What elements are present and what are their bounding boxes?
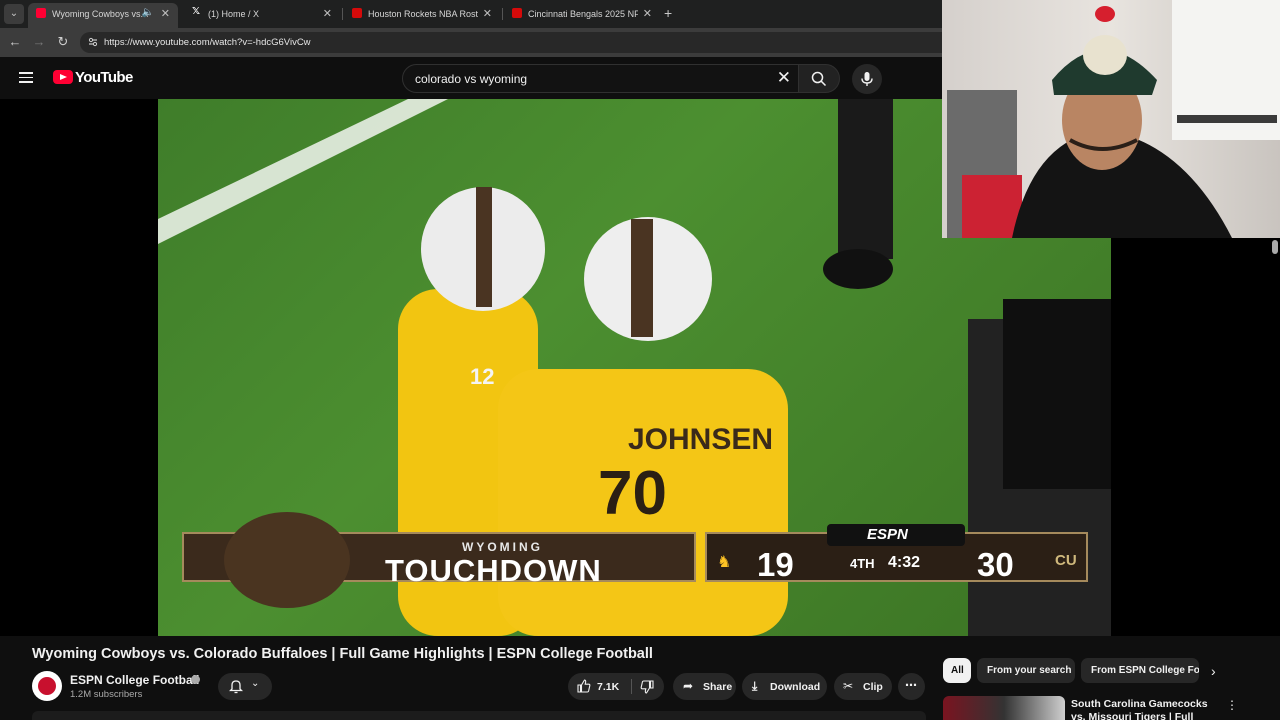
channel-avatar[interactable] xyxy=(32,671,62,701)
tab-bengals-draft[interactable]: Cincinnati Bengals 2025 NFL De ✕ xyxy=(504,3,660,25)
thumbs-down-icon xyxy=(640,680,654,694)
search-query: colorado vs wyoming xyxy=(415,72,528,86)
download-button[interactable]: ⤓ Download xyxy=(742,673,827,700)
clip-button[interactable]: ✂ Clip xyxy=(834,673,892,700)
close-tab-icon[interactable]: ✕ xyxy=(161,7,170,20)
svg-text:JOHNSEN: JOHNSEN xyxy=(628,423,773,456)
svg-text:12: 12 xyxy=(470,364,494,389)
wyoming-logo-icon: ♞ xyxy=(717,554,732,571)
like-button[interactable]: 7.1K xyxy=(568,673,632,700)
dislike-button[interactable] xyxy=(632,673,664,700)
tab-title: Cincinnati Bengals 2025 NFL De xyxy=(528,9,638,19)
back-arrow-icon[interactable]: ← xyxy=(7,34,23,49)
new-tab-button[interactable]: + xyxy=(664,5,672,21)
reload-icon[interactable]: ↻ xyxy=(55,34,71,50)
page-favicon-icon xyxy=(352,8,362,18)
verified-badge-icon xyxy=(191,675,200,684)
close-tab-icon[interactable]: ✕ xyxy=(323,7,332,20)
tab-divider xyxy=(342,8,343,20)
scoring-team-label: WYOMING xyxy=(462,540,543,554)
colorado-logo-icon: CU xyxy=(1055,552,1077,569)
share-button[interactable]: ➦ Share xyxy=(673,673,736,700)
touchdown-banner: WYOMING TOUCHDOWN xyxy=(182,512,696,608)
search-icon xyxy=(811,71,827,87)
voice-search-button[interactable] xyxy=(852,64,882,94)
download-label: Download xyxy=(770,681,821,693)
bell-icon xyxy=(229,680,243,694)
webcam-overlay xyxy=(942,0,1280,238)
browser-toolbar: ← → ↻ https://www.youtube.com/watch?v=-h… xyxy=(0,28,942,57)
clip-label: Clip xyxy=(863,681,883,693)
subscriber-count: 1.2M subscribers xyxy=(70,689,143,700)
subscribe-notification-button[interactable]: ⌄ xyxy=(218,673,272,700)
youtube-logo-icon[interactable] xyxy=(53,70,73,84)
video-title: Wyoming Cowboys vs. Colorado Buffaloes |… xyxy=(32,646,653,662)
search-button[interactable] xyxy=(798,64,840,93)
game-clock: 4:32 xyxy=(888,554,921,571)
tab-search-button[interactable]: ⌄ xyxy=(4,4,24,24)
description-box[interactable] xyxy=(32,711,926,720)
search-input[interactable]: colorado vs wyoming ✕ xyxy=(402,64,800,93)
scorebug-overlay: WYOMING TOUCHDOWN ESPN ♞ 19 4TH 4:32 30 … xyxy=(182,512,1088,608)
url-text: https://www.youtube.com/watch?v=-hdcG6Vi… xyxy=(104,37,311,48)
menu-icon[interactable] xyxy=(19,72,33,83)
forward-arrow-icon[interactable]: → xyxy=(31,34,47,49)
like-dislike-group: 7.1K xyxy=(568,673,664,700)
download-icon: ⤓ xyxy=(752,679,758,693)
recommendation-title[interactable]: South Carolina Gamecocks vs. Missouri Ti… xyxy=(1071,698,1221,720)
chevron-right-icon[interactable]: › xyxy=(1211,663,1216,679)
streamer-webcam-image xyxy=(947,0,1280,238)
recommendation-thumbnail[interactable] xyxy=(943,696,1065,720)
svg-text:70: 70 xyxy=(598,459,667,528)
x-favicon-icon: 𝕏 xyxy=(192,6,201,17)
site-settings-icon[interactable] xyxy=(87,36,99,48)
youtube-wordmark[interactable]: YouTube xyxy=(75,69,133,86)
screen: ⌄ Wyoming Cowboys vs. Colorado Buffaloes… xyxy=(0,0,1280,720)
close-tab-icon[interactable]: ✕ xyxy=(643,7,652,20)
youtube-header: YouTube colorado vs wyoming ✕ xyxy=(0,57,942,99)
address-bar[interactable]: https://www.youtube.com/watch?v=-hdcG6Vi… xyxy=(80,32,942,53)
close-tab-icon[interactable]: ✕ xyxy=(483,7,492,20)
tab-title: (1) Home / X xyxy=(208,9,260,19)
microphone-icon xyxy=(861,72,873,86)
away-score: 30 xyxy=(977,546,1014,583)
chip-from-channel[interactable]: From ESPN College Football xyxy=(1081,658,1199,683)
browser-tab-strip: ⌄ Wyoming Cowboys vs. Colorado Buffaloes… xyxy=(0,0,942,28)
network-logo: ESPN xyxy=(867,526,908,543)
network-badge: ESPN xyxy=(827,524,965,546)
page-favicon-icon xyxy=(512,8,522,18)
player-side-area xyxy=(1111,238,1280,636)
tab-title: Wyoming Cowboys vs. Colorado Buffaloes xyxy=(52,9,148,19)
more-actions-button[interactable]: ⋯ xyxy=(898,673,925,700)
like-count: 7.1K xyxy=(597,681,620,693)
scissors-icon: ✂ xyxy=(843,679,854,693)
thumbs-up-icon xyxy=(577,679,591,693)
score-panel: ESPN ♞ 19 4TH 4:32 30 CU xyxy=(705,524,1088,583)
home-score: 19 xyxy=(757,546,794,583)
tab-rockets-roster[interactable]: Houston Rockets NBA Roster ✕ xyxy=(344,3,500,25)
chip-from-your-search[interactable]: From your search xyxy=(977,658,1075,683)
more-vertical-icon[interactable]: ⋮ xyxy=(1226,698,1238,712)
tab-divider xyxy=(502,8,503,20)
touchdown-text: TOUCHDOWN xyxy=(385,553,602,588)
chip-all[interactable]: All xyxy=(943,658,971,683)
channel-name[interactable]: ESPN College Football xyxy=(70,673,199,687)
football-logo-icon xyxy=(224,512,350,608)
youtube-favicon-icon xyxy=(36,8,46,18)
tab-youtube-video[interactable]: Wyoming Cowboys vs. Colorado Buffaloes 🔈… xyxy=(28,3,178,28)
share-label: Share xyxy=(703,681,733,693)
tab-x-home[interactable]: 𝕏 (1) Home / X ✕ xyxy=(184,3,340,25)
page-scrollbar[interactable] xyxy=(1272,240,1278,254)
game-period: 4TH xyxy=(850,556,875,571)
speaker-icon[interactable]: 🔈 xyxy=(142,7,154,18)
clear-search-icon[interactable]: ✕ xyxy=(777,68,791,88)
tab-title: Houston Rockets NBA Roster xyxy=(368,9,478,19)
more-horizontal-icon: ⋯ xyxy=(905,678,917,692)
share-arrow-icon: ➦ xyxy=(683,679,694,693)
chevron-down-icon: ⌄ xyxy=(251,678,260,689)
